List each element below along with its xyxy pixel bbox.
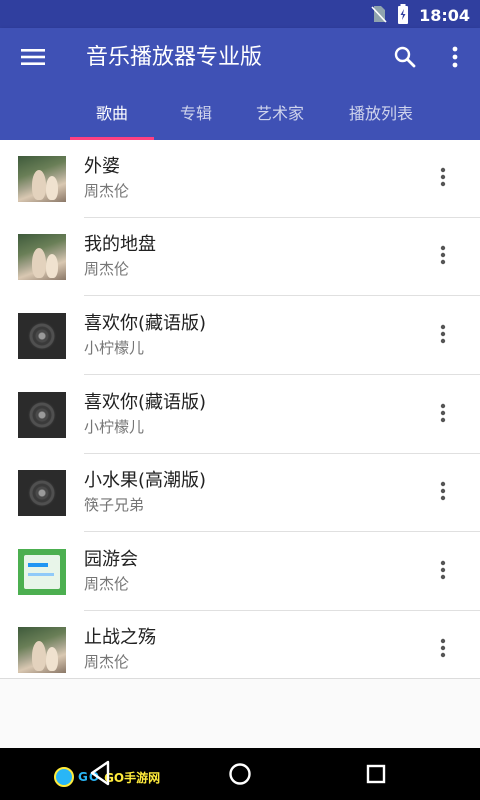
album-art (18, 627, 66, 673)
more-vert-icon (440, 403, 446, 427)
nav-home-button[interactable] (228, 762, 252, 786)
song-artist: 周杰伦 (84, 653, 130, 671)
song-row[interactable]: 园游会 周杰伦 (0, 533, 480, 611)
album-art (18, 313, 66, 359)
tab-bar: 歌曲 专辑 艺术家 播放列表 (0, 94, 480, 140)
more-vert-icon (440, 245, 446, 269)
back-triangle-icon (88, 760, 112, 790)
status-icons: 18:04 (371, 4, 470, 28)
more-vert-icon (440, 167, 446, 191)
more-vert-icon (440, 560, 446, 584)
song-artist: 周杰伦 (84, 182, 130, 200)
tab-playlists[interactable]: 播放列表 (326, 94, 436, 140)
nav-back-button[interactable] (88, 760, 116, 788)
song-artist: 筷子兄弟 (84, 496, 145, 514)
song-artist: 小柠檬儿 (84, 339, 145, 357)
song-title: 我的地盘 (84, 234, 156, 255)
song-artist: 小柠檬儿 (84, 418, 145, 436)
status-bar: 18:04 (0, 0, 480, 28)
album-art (18, 234, 66, 280)
song-list: 外婆 周杰伦 我的地盘 周杰伦 喜欢你(藏语版) 小柠檬儿 喜欢你(藏语版) 小… (0, 140, 480, 679)
song-options-button[interactable] (430, 242, 456, 272)
more-vert-icon (440, 638, 446, 662)
search-button[interactable] (390, 44, 420, 74)
song-options-button[interactable] (430, 478, 456, 508)
album-art (18, 549, 66, 595)
search-icon (393, 45, 417, 73)
tab-albums[interactable]: 专辑 (156, 94, 236, 140)
album-art (18, 392, 66, 438)
song-options-button[interactable] (430, 321, 456, 351)
app-bar: 音乐播放器专业版 歌曲 专辑 艺术家 播放列表 (0, 28, 480, 140)
app-title: 音乐播放器专业版 (86, 45, 263, 70)
no-sim-icon (371, 5, 387, 27)
song-artist: 周杰伦 (84, 575, 130, 593)
tab-songs[interactable]: 歌曲 (70, 94, 154, 140)
recents-square-icon (366, 764, 386, 788)
album-art (18, 470, 66, 516)
song-options-button[interactable] (430, 400, 456, 430)
more-vert-icon (440, 481, 446, 505)
overflow-menu-button[interactable] (440, 44, 470, 74)
song-title: 止战之殇 (84, 627, 156, 648)
song-row[interactable]: 外婆 周杰伦 (0, 140, 480, 218)
home-circle-icon (228, 763, 252, 790)
disc-icon (28, 322, 56, 350)
song-options-button[interactable] (430, 635, 456, 665)
song-title: 小水果(高潮版) (84, 470, 207, 491)
song-title: 外婆 (84, 156, 120, 177)
system-nav-bar: GO GO手游网 (0, 748, 480, 800)
more-vert-icon (440, 324, 446, 348)
song-title: 喜欢你(藏语版) (84, 392, 207, 413)
song-artist: 周杰伦 (84, 260, 130, 278)
song-options-button[interactable] (430, 164, 456, 194)
watermark-logo-icon (54, 767, 74, 787)
disc-icon (28, 479, 56, 507)
battery-charging-icon (397, 4, 409, 28)
song-title: 园游会 (84, 549, 138, 570)
song-row[interactable]: 小水果(高潮版) 筷子兄弟 (0, 454, 480, 532)
song-row[interactable]: 喜欢你(藏语版) 小柠檬儿 (0, 376, 480, 454)
hamburger-icon (21, 48, 45, 70)
more-vert-icon (452, 46, 458, 72)
song-title: 喜欢你(藏语版) (84, 313, 207, 334)
disc-icon (28, 401, 56, 429)
song-row[interactable]: 喜欢你(藏语版) 小柠檬儿 (0, 297, 480, 375)
song-row[interactable]: 止战之殇 周杰伦 (0, 611, 480, 689)
song-row[interactable]: 我的地盘 周杰伦 (0, 218, 480, 296)
nav-recents-button[interactable] (366, 764, 386, 784)
menu-button[interactable] (18, 44, 48, 74)
song-options-button[interactable] (430, 557, 456, 587)
album-art (18, 156, 66, 202)
status-time: 18:04 (419, 6, 470, 25)
tab-artists[interactable]: 艺术家 (238, 94, 322, 140)
